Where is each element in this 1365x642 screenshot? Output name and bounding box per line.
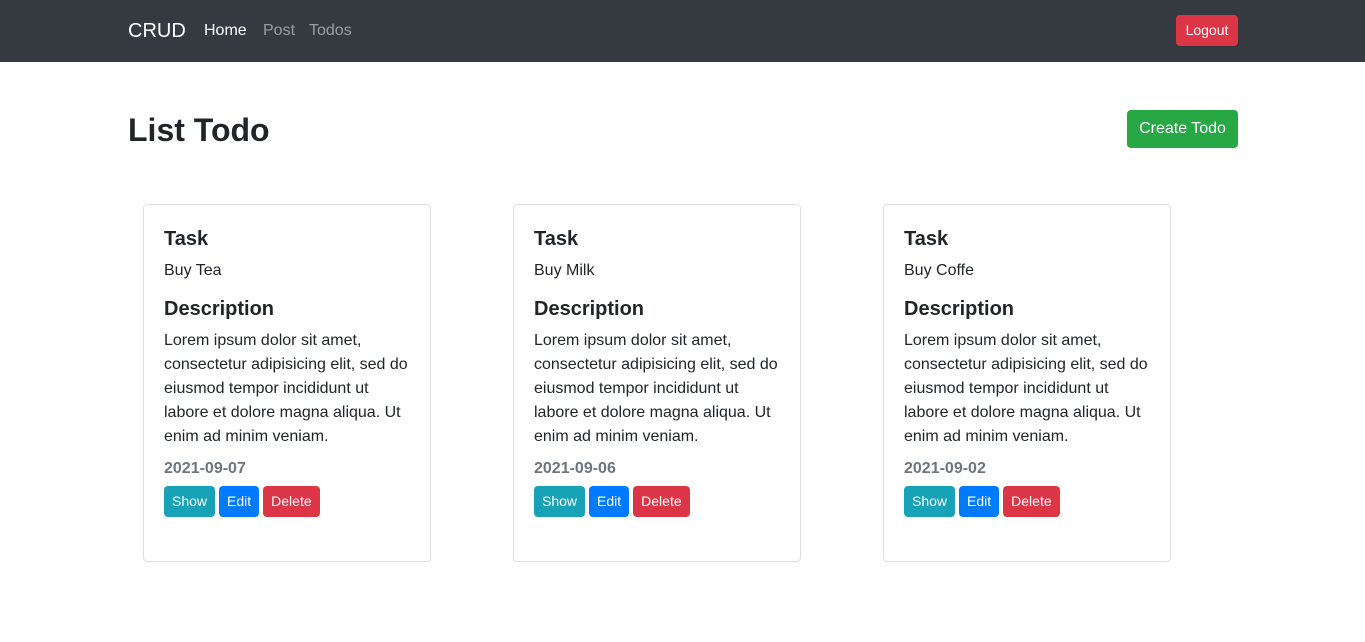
- nav-link-todos[interactable]: Todos: [309, 21, 352, 41]
- edit-button[interactable]: Edit: [589, 486, 630, 517]
- edit-button[interactable]: Edit: [959, 486, 1000, 517]
- task-text: Buy Milk: [534, 262, 595, 279]
- description-text: Lorem ipsum dolor sit amet, consectetur …: [534, 332, 778, 445]
- card-actions: Show Edit Delete: [534, 486, 780, 517]
- description-heading: Description: [164, 298, 275, 320]
- todo-card: Task Buy Coffe Description Lorem ipsum d…: [883, 204, 1171, 562]
- description-heading: Description: [904, 298, 1015, 320]
- show-button[interactable]: Show: [904, 486, 956, 517]
- description-text: Lorem ipsum dolor sit amet, consectetur …: [164, 332, 408, 445]
- edit-button[interactable]: Edit: [219, 486, 260, 517]
- description-heading: Description: [534, 298, 645, 320]
- delete-button[interactable]: Delete: [263, 486, 320, 517]
- todo-card: Task Buy Tea Description Lorem ipsum dol…: [143, 204, 431, 562]
- nav-link-post[interactable]: Post: [263, 21, 295, 41]
- card-actions: Show Edit Delete: [164, 486, 410, 517]
- todo-date: 2021-09-07: [164, 460, 246, 477]
- task-text: Buy Coffe: [904, 262, 974, 279]
- navbar-brand[interactable]: CRUD: [128, 19, 186, 43]
- top-navbar: CRUD Home Post Todos Logout: [0, 0, 1365, 62]
- todo-date: 2021-09-06: [534, 460, 616, 477]
- delete-button[interactable]: Delete: [1003, 486, 1060, 517]
- todo-card: Task Buy Milk Description Lorem ipsum do…: [513, 204, 801, 562]
- create-todo-button[interactable]: Create Todo: [1127, 110, 1238, 148]
- task-heading: Task: [904, 228, 949, 250]
- task-heading: Task: [534, 228, 579, 250]
- nav-link-home[interactable]: Home: [204, 21, 247, 41]
- page-title: List Todo: [128, 112, 270, 148]
- description-text: Lorem ipsum dolor sit amet, consectetur …: [904, 332, 1148, 445]
- logout-button[interactable]: Logout: [1176, 15, 1238, 46]
- show-button[interactable]: Show: [164, 486, 216, 517]
- card-actions: Show Edit Delete: [904, 486, 1150, 517]
- todo-date: 2021-09-02: [904, 460, 986, 477]
- delete-button[interactable]: Delete: [633, 486, 690, 517]
- task-heading: Task: [164, 228, 209, 250]
- task-text: Buy Tea: [164, 262, 222, 279]
- show-button[interactable]: Show: [534, 486, 586, 517]
